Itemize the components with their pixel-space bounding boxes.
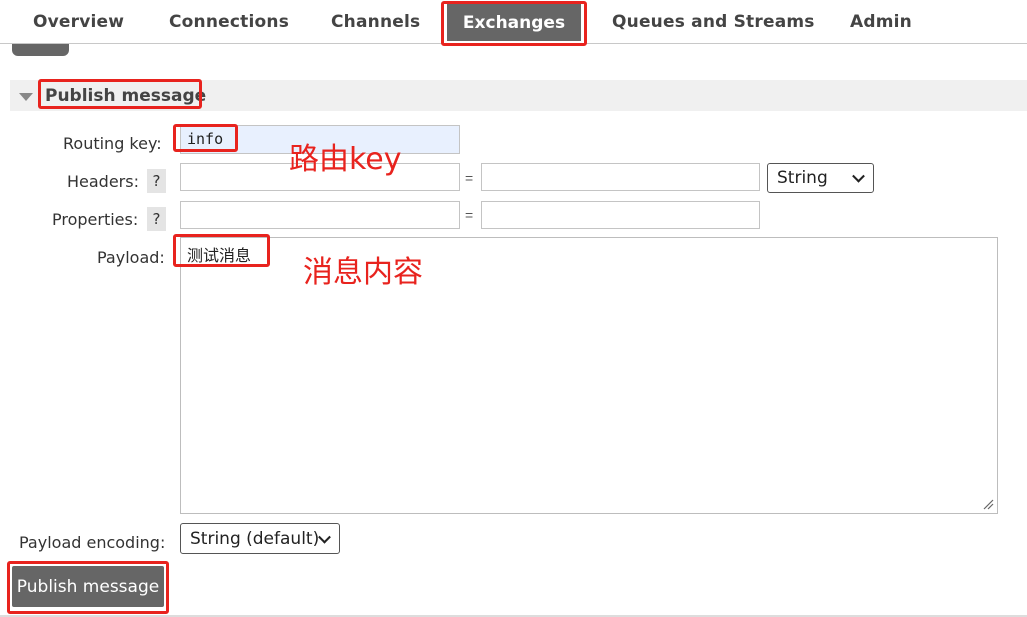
properties-help-icon[interactable]: ?: [147, 207, 166, 231]
top-nav: Overview Connections Channels Exchanges …: [0, 0, 1027, 44]
property-value-input[interactable]: [481, 201, 760, 229]
tab-connections[interactable]: Connections: [169, 12, 289, 32]
chevron-down-icon: [318, 530, 331, 544]
payload-text: 测试消息: [187, 246, 252, 265]
payload-annotation: 消息内容: [303, 255, 423, 290]
headers-label: Headers:: [67, 172, 139, 191]
routing-key-label: Routing key:: [63, 134, 162, 153]
tab-overview[interactable]: Overview: [33, 12, 124, 32]
routing-key-annotation: 路由key: [289, 142, 402, 177]
header-type-value: String: [777, 168, 828, 188]
collapse-triangle-icon[interactable]: [19, 93, 33, 101]
headers-equals-sign: =: [465, 170, 474, 186]
payload-encoding-label: Payload encoding:: [19, 533, 166, 552]
sub-tab-stub[interactable]: [12, 44, 69, 56]
header-type-select[interactable]: String: [767, 163, 874, 193]
tab-queues-and-streams[interactable]: Queues and Streams: [612, 12, 815, 32]
tab-admin[interactable]: Admin: [850, 12, 912, 32]
tab-channels[interactable]: Channels: [331, 12, 420, 32]
payload-label: Payload:: [97, 248, 165, 267]
nav-divider: [0, 43, 1027, 44]
header-value-input[interactable]: [481, 163, 760, 191]
publish-message-button[interactable]: Publish message: [12, 566, 164, 607]
payload-encoding-select[interactable]: String (default): [180, 523, 340, 554]
tab-exchanges[interactable]: Exchanges: [447, 4, 581, 41]
resize-handle-icon[interactable]: [982, 498, 994, 510]
chevron-down-icon: [852, 169, 865, 183]
property-key-input[interactable]: [180, 201, 460, 229]
properties-equals-sign: =: [465, 207, 474, 223]
headers-help-icon[interactable]: ?: [147, 169, 166, 193]
payload-encoding-value: String (default): [190, 528, 320, 549]
properties-label: Properties:: [52, 210, 139, 229]
section-title[interactable]: Publish message: [45, 86, 206, 106]
